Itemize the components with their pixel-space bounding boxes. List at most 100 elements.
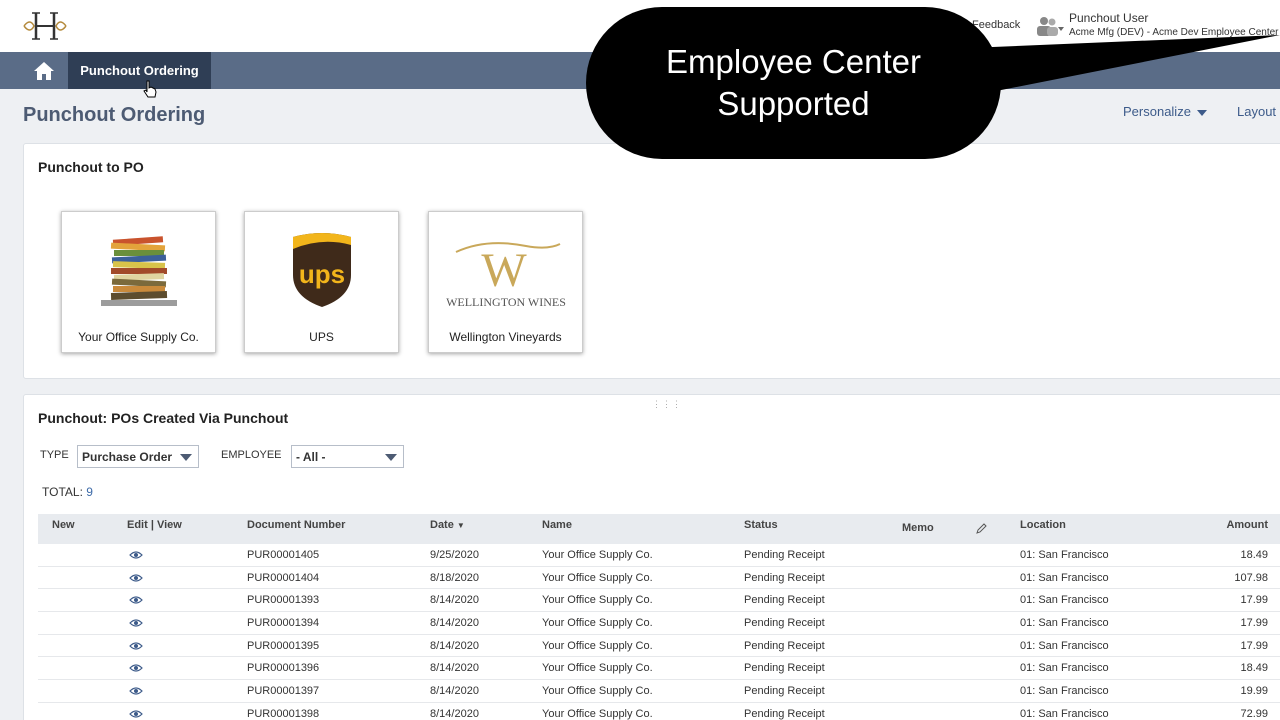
view-eye-icon[interactable] xyxy=(129,618,143,628)
table-row[interactable]: PUR00001405 9/25/2020 Your Office Supply C… xyxy=(38,544,1280,567)
cell-name: Your Office Supply Co. xyxy=(542,662,653,675)
cell-amount: 17.99 xyxy=(1240,617,1268,630)
sort-desc-icon: ▼ xyxy=(456,521,465,530)
cell-name: Your Office Supply Co. xyxy=(542,685,653,698)
view-eye-icon[interactable] xyxy=(129,663,143,673)
cell-date: 8/14/2020 xyxy=(430,707,479,720)
table-row[interactable]: PUR00001397 8/14/2020 Your Office Supply C… xyxy=(38,680,1280,703)
callout-line-1: Employee Center xyxy=(666,43,921,80)
cell-amount: 107.98 xyxy=(1234,571,1268,584)
vendor-card-ups[interactable]: ups UPS xyxy=(244,211,399,353)
employee-select[interactable]: - All - xyxy=(291,445,404,468)
pencil-icon[interactable] xyxy=(975,523,987,535)
cell-status: Pending Receipt xyxy=(744,662,825,675)
employee-center-callout: Employee Center Supported xyxy=(586,7,1001,159)
cell-document-number[interactable]: PUR00001398 xyxy=(247,708,319,720)
cell-location: 01: San Francisco xyxy=(1020,639,1109,652)
cell-location: 01: San Francisco xyxy=(1020,662,1109,675)
view-eye-icon[interactable] xyxy=(129,686,143,696)
cell-status: Pending Receipt xyxy=(744,549,825,561)
total-value: 9 xyxy=(86,485,93,499)
col-document-number[interactable]: Document Number xyxy=(247,519,345,531)
cell-date: 8/14/2020 xyxy=(430,685,479,698)
cell-location: 01: San Francisco xyxy=(1020,617,1109,630)
table-row[interactable]: PUR00001396 8/14/2020 Your Office Supply C… xyxy=(38,657,1280,681)
dropdown-arrow-icon xyxy=(180,454,192,461)
table-row[interactable]: PUR00001404 8/18/2020 Your Office Supply C… xyxy=(38,567,1280,590)
portlet-title: Punchout to PO xyxy=(38,159,144,175)
cell-status: Pending Receipt xyxy=(744,571,825,584)
cell-name: Your Office Supply Co. xyxy=(542,639,653,652)
col-amount[interactable]: Amount xyxy=(1226,519,1268,531)
total-count: TOTAL: 9 xyxy=(42,485,93,499)
ups-logo: ups xyxy=(292,233,351,307)
cell-document-number[interactable]: PUR00001395 xyxy=(247,640,319,652)
cell-amount: 18.49 xyxy=(1240,549,1268,561)
col-memo[interactable]: Memo xyxy=(902,522,934,534)
table-row[interactable]: PUR00001395 8/14/2020 Your Office Supply C… xyxy=(38,635,1280,658)
office-supply-stack-image xyxy=(100,236,177,306)
cell-amount: 19.99 xyxy=(1240,685,1268,698)
cell-name: Your Office Supply Co. xyxy=(542,549,653,561)
view-eye-icon[interactable] xyxy=(129,641,143,651)
view-eye-icon[interactable] xyxy=(129,573,143,583)
cell-location: 01: San Francisco xyxy=(1020,571,1109,584)
cell-location: 01: San Francisco xyxy=(1020,707,1109,720)
cell-document-number[interactable]: PUR00001394 xyxy=(247,617,319,629)
cell-document-number[interactable]: PUR00001397 xyxy=(247,685,319,697)
cell-date: 8/14/2020 xyxy=(430,639,479,652)
cell-date: 8/14/2020 xyxy=(430,617,479,630)
col-name[interactable]: Name xyxy=(542,519,572,531)
cell-status: Pending Receipt xyxy=(744,639,825,652)
tab-punchout-ordering[interactable]: Punchout Ordering xyxy=(68,52,211,89)
chevron-down-icon xyxy=(1196,109,1207,116)
cell-date: 9/25/2020 xyxy=(430,549,479,561)
view-eye-icon[interactable] xyxy=(129,550,143,560)
home-icon xyxy=(34,61,54,80)
table-row[interactable]: PUR00001398 8/14/2020 Your Office Supply C… xyxy=(38,703,1280,720)
type-select[interactable]: Purchase Order xyxy=(77,445,199,468)
employee-filter-label: EMPLOYEE xyxy=(221,449,282,461)
wellington-wines-logo: W WELLINGTON WINES xyxy=(446,242,566,309)
table-row[interactable]: PUR00001394 8/14/2020 Your Office Supply C… xyxy=(38,612,1280,635)
cell-document-number[interactable]: PUR00001396 xyxy=(247,662,319,674)
cell-amount: 18.49 xyxy=(1240,662,1268,675)
col-status[interactable]: Status xyxy=(744,519,778,531)
cell-amount: 72.99 xyxy=(1240,707,1268,720)
cell-name: Your Office Supply Co. xyxy=(542,617,653,630)
vendor-label: Wellington Vineyards xyxy=(449,330,562,344)
cell-name: Your Office Supply Co. xyxy=(542,707,653,720)
view-eye-icon[interactable] xyxy=(129,595,143,605)
col-edit-view[interactable]: Edit | View xyxy=(127,519,182,531)
total-label: TOTAL: xyxy=(42,485,83,499)
cell-name: Your Office Supply Co. xyxy=(542,594,653,607)
page-title: Punchout Ordering xyxy=(23,104,206,126)
type-filter-label: TYPE xyxy=(40,449,69,461)
col-new[interactable]: New xyxy=(52,519,75,531)
cell-document-number[interactable]: PUR00001405 xyxy=(247,549,319,561)
vendor-card-office-supply[interactable]: Your Office Supply Co. xyxy=(61,211,216,353)
col-date[interactable]: Date ▼ xyxy=(430,519,465,531)
po-table-body: PUR00001405 9/25/2020 Your Office Supply C… xyxy=(38,544,1280,720)
cell-date: 8/18/2020 xyxy=(430,571,479,584)
cell-document-number[interactable]: PUR00001393 xyxy=(247,594,319,606)
company-logo[interactable] xyxy=(22,10,68,42)
cell-location: 01: San Francisco xyxy=(1020,549,1109,561)
drag-handle-icon[interactable]: ⋮⋮⋮ xyxy=(652,399,682,410)
ups-logo-text: ups xyxy=(298,259,344,289)
cell-document-number[interactable]: PUR00001404 xyxy=(247,572,319,584)
cell-date: 8/14/2020 xyxy=(430,594,479,607)
view-eye-icon[interactable] xyxy=(129,709,143,719)
vendor-card-wellington[interactable]: W WELLINGTON WINES Wellington Vineyards xyxy=(428,211,583,353)
table-row[interactable]: PUR00001393 8/14/2020 Your Office Supply C… xyxy=(38,589,1280,613)
cell-location: 01: San Francisco xyxy=(1020,594,1109,607)
hand-cursor-icon xyxy=(143,80,157,98)
wellington-logo-text: WELLINGTON WINES xyxy=(446,295,566,309)
col-date-label: Date xyxy=(430,519,454,531)
cell-status: Pending Receipt xyxy=(744,617,825,630)
home-button[interactable] xyxy=(22,52,66,89)
cell-status: Pending Receipt xyxy=(744,707,825,720)
svg-text:W: W xyxy=(481,244,527,297)
col-location[interactable]: Location xyxy=(1020,519,1066,531)
cell-amount: 17.99 xyxy=(1240,639,1268,652)
